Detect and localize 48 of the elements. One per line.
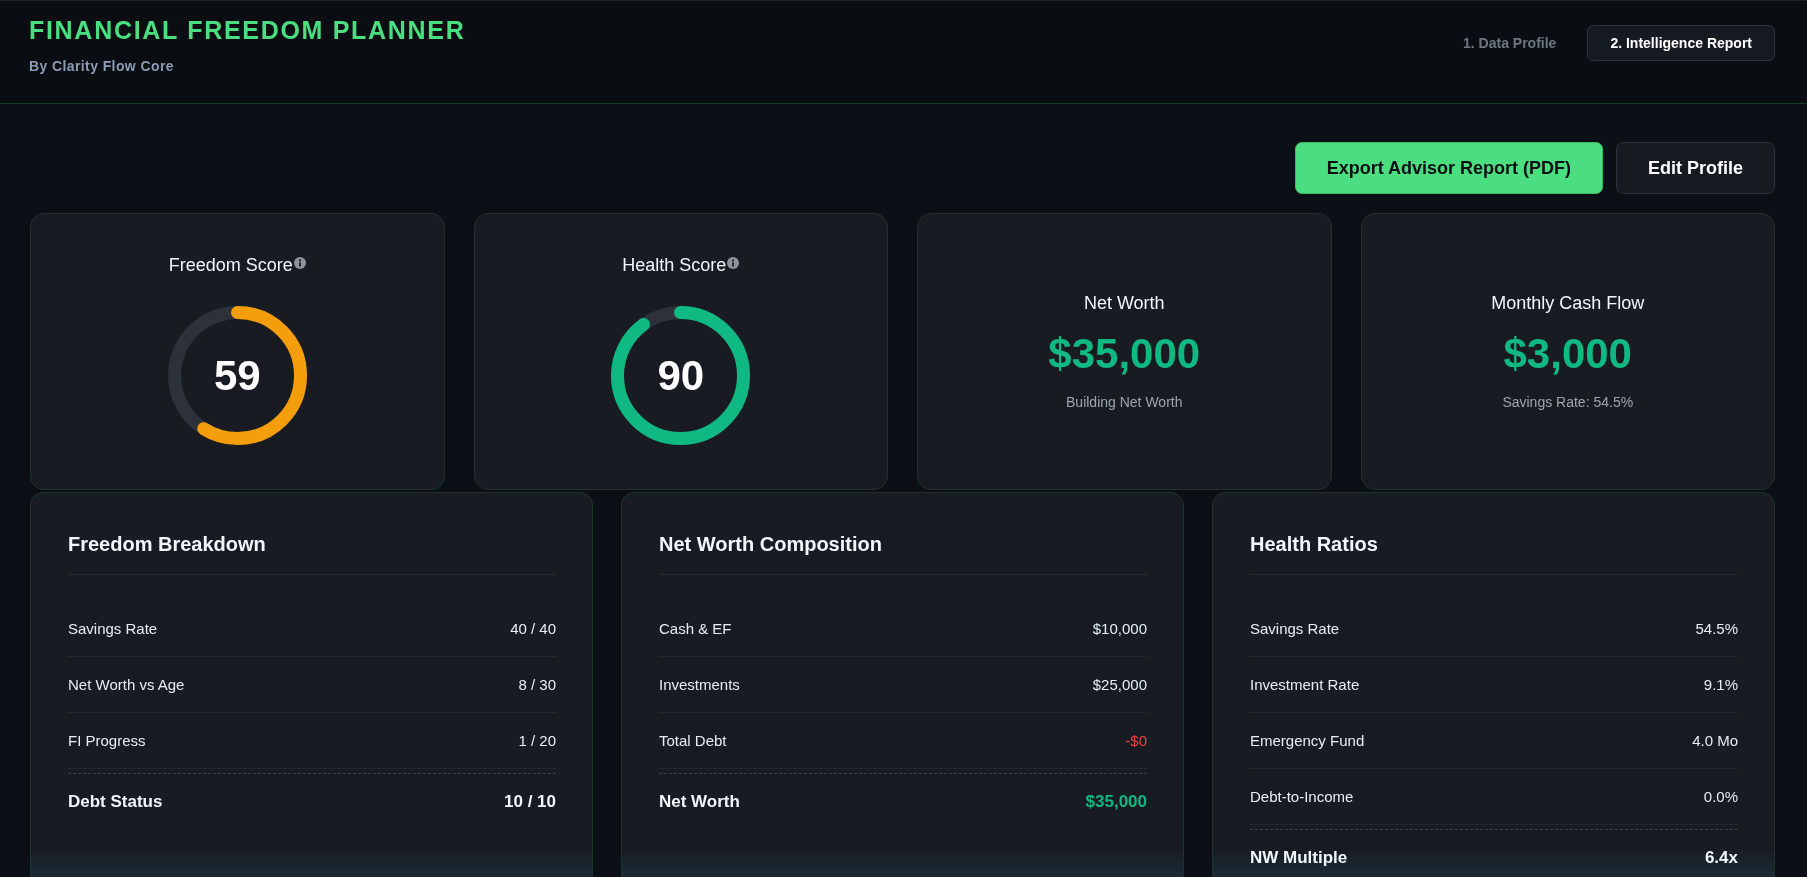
metric-label: FI Progress [68,730,146,751]
metric-label: Debt-to-Income [1250,786,1354,807]
step-tab[interactable]: 2. Intelligence Report [1587,25,1775,61]
metric-label: Investments [659,674,740,695]
metric-value: 54.5% [1695,618,1738,639]
metric-label: Cash & EF [659,618,732,639]
total-value: 6.4x [1704,847,1738,869]
metric-label: Savings Rate [68,618,158,639]
score-title: Freedom Score [168,254,293,277]
step-tab[interactable]: 1. Data Profile [1440,25,1580,61]
metric-value: 0.0% [1703,786,1738,807]
total-label: NW Multiple [1250,847,1348,869]
score-value: 59 [213,350,261,401]
metric-label: Savings Rate [1250,618,1340,639]
app-title: FINANCIAL FREEDOM PLANNER [29,15,466,45]
stat-caption: Savings Rate: 54.5% [1502,393,1634,412]
stat-title: Monthly Cash Flow [1491,292,1645,315]
total-label: Debt Status [68,791,163,813]
panel-title: Health Ratios [1250,532,1378,557]
score-title: Health Score [622,254,727,277]
metric-label: Total Debt [659,730,727,751]
metric-value: 8 / 30 [518,674,556,695]
score-value: 90 [657,350,705,401]
app-subtitle: By Clarity Flow Core [29,57,174,76]
metric-value: 4.0 Mo [1692,730,1738,751]
metric-value: $10,000 [1092,618,1147,639]
score-ring-track [639,306,681,330]
total-value: 10 / 10 [504,791,556,813]
metric-label: Investment Rate [1250,674,1360,695]
total-label: Net Worth [659,791,740,813]
metric-value: $25,000 [1092,674,1147,695]
metric-value: 40 / 40 [510,618,556,639]
stat-value: $3,000 [1503,329,1632,379]
stat-caption: Building Net Worth [1066,393,1183,412]
total-value: $35,000 [1085,791,1147,813]
info-icon[interactable] [727,257,740,269]
edit-profile-button[interactable]: Edit Profile [1616,142,1775,194]
stat-value: $35,000 [1048,329,1201,379]
info-icon[interactable] [293,257,306,269]
metric-value: -$0 [1125,730,1147,751]
stat-title: Net Worth [1083,292,1165,315]
metric-label: Emergency Fund [1250,730,1365,751]
metric-label: Net Worth vs Age [68,674,185,695]
panel-title: Freedom Breakdown [68,532,266,557]
panel-title: Net Worth Composition [659,532,882,557]
metric-value: 1 / 20 [518,730,556,751]
metric-value: 9.1% [1703,674,1738,695]
export-report-button[interactable]: Export Advisor Report (PDF) [1294,142,1603,194]
